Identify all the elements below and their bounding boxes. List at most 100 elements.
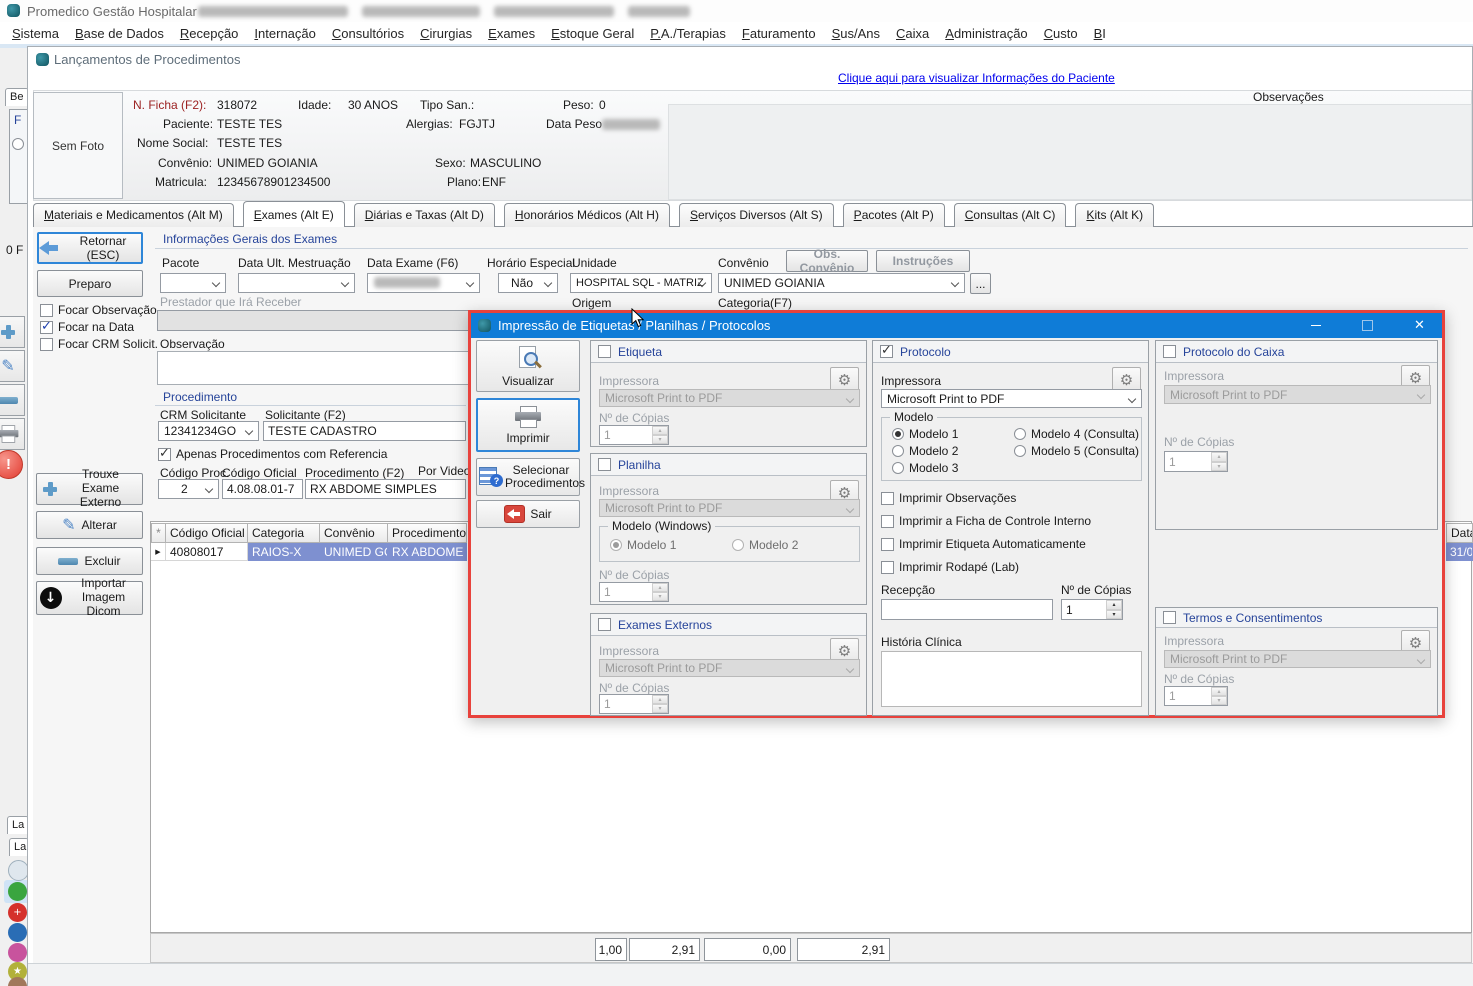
termos-copies-spinner[interactable]: 1 (1164, 686, 1228, 706)
protocolo-modelo1-radio[interactable]: Modelo 1 (892, 427, 958, 441)
spin-down-icon[interactable] (1211, 462, 1227, 472)
grid-cell-codigo[interactable]: 40808017 (166, 543, 248, 561)
menu-item-sus-ans[interactable]: Sus/Ans (824, 26, 888, 41)
grid-header-categoria[interactable]: Categoria (248, 523, 320, 543)
convenio-browse-button[interactable]: ... (970, 273, 991, 294)
protocolo-modelo3-radio[interactable]: Modelo 3 (892, 461, 958, 475)
selecionar-procedimentos-button[interactable]: Selecionar Procedimentos (476, 458, 580, 496)
crm-solicitante-combo[interactable]: 12341234GO (158, 421, 259, 441)
protocolo-printer-combo[interactable]: Microsoft Print to PDF (881, 389, 1142, 408)
grid-cell-convenio[interactable]: UNIMED GOI (320, 543, 388, 561)
recepcao-input[interactable] (881, 599, 1053, 620)
menu-item-recepcao[interactable]: Recepção (172, 26, 247, 41)
codigo-proc-combo[interactable]: 2 (158, 479, 219, 499)
grid-header-procedimento[interactable]: Procedimento (388, 523, 467, 543)
background-remove-button[interactable] (0, 384, 25, 416)
background-partial-tab[interactable]: Be (5, 88, 29, 106)
menu-item-cirurgias[interactable]: Cirurgias (412, 26, 480, 41)
spin-up-icon[interactable] (652, 426, 668, 435)
planilha-modelo2-radio[interactable]: Modelo 2 (732, 538, 798, 552)
menu-item-estoque-geral[interactable]: Estoque Geral (543, 26, 642, 41)
menu-item-consultorios[interactable]: Consultórios (324, 26, 412, 41)
instrucoes-button[interactable]: Instruções (876, 250, 970, 272)
grid-cell-procedimento[interactable]: RX ABDOME SIMP (388, 543, 467, 561)
imprimir-ficha-checkbox[interactable]: Imprimir a Ficha de Controle Interno (881, 514, 1091, 528)
background-partial-tab[interactable]: La (9, 838, 29, 856)
tab-diarias[interactable]: Diárias e Taxas (Alt D) (354, 203, 495, 227)
protocolo-checkbox[interactable] (880, 345, 893, 358)
protocolo-caixa-printer-combo[interactable]: Microsoft Print to PDF (1164, 385, 1431, 404)
exames-externos-copies-spinner[interactable]: 1 (599, 694, 669, 714)
alterar-button[interactable]: ✎ Alterar (36, 511, 143, 539)
protocolo-copies-spinner[interactable]: 1 (1061, 599, 1123, 620)
horario-especial-combo[interactable]: Não (498, 273, 558, 293)
termos-printer-combo[interactable]: Microsoft Print to PDF (1164, 650, 1431, 668)
spin-up-icon[interactable] (652, 695, 668, 704)
spin-down-icon[interactable] (1106, 610, 1122, 620)
planilha-copies-spinner[interactable]: 1 (599, 582, 669, 602)
close-button[interactable]: ✕ (1397, 313, 1442, 338)
focar-crm-checkbox[interactable]: Focar CRM Solicit. (40, 337, 158, 351)
minimize-button[interactable] (1293, 313, 1338, 338)
menu-item-bi[interactable]: BI (1086, 26, 1114, 41)
excluir-button[interactable]: Excluir (36, 547, 143, 575)
protocolo-caixa-copies-spinner[interactable]: 1 (1164, 451, 1228, 472)
procedimento-input[interactable]: RX ABDOME SIMPLES (305, 479, 466, 499)
tab-exames[interactable]: Exames (Alt E) (243, 201, 345, 227)
menu-item-internacao[interactable]: Internação (246, 26, 323, 41)
protocolo-caixa-checkbox[interactable] (1163, 345, 1176, 358)
unidade-combo[interactable]: HOSPITAL SQL - MATRIZ (570, 273, 712, 293)
imprimir-rodape-checkbox[interactable]: Imprimir Rodapé (Lab) (881, 560, 1019, 574)
exames-externos-checkbox[interactable] (598, 618, 611, 631)
background-partial-tab[interactable]: La (7, 816, 29, 834)
preparo-button[interactable]: Preparo (37, 270, 143, 297)
grid-header-codigo[interactable]: Código Oficial (166, 523, 248, 543)
tab-materiais[interactable]: Materiais e Medicamentos (Alt M) (33, 203, 234, 227)
tab-servicos[interactable]: Serviços Diversos (Alt S) (679, 203, 834, 227)
planilha-printer-combo[interactable]: Microsoft Print to PDF (599, 499, 860, 517)
apenas-referencia-checkbox[interactable]: Apenas Procedimentos com Referencia (158, 447, 387, 461)
menu-item-caixa[interactable]: Caixa (888, 26, 937, 41)
tab-consultas[interactable]: Consultas (Alt C) (954, 203, 1067, 227)
trouxe-exame-button[interactable]: Trouxe Exame Externo (36, 473, 143, 505)
menu-item-sistema[interactable]: Sistema (4, 26, 67, 41)
spin-up-icon[interactable] (652, 583, 668, 592)
planilha-checkbox[interactable] (598, 458, 611, 471)
menu-item-exames[interactable]: Exames (480, 26, 543, 41)
notes-icon[interactable] (8, 977, 27, 986)
focar-na-data-checkbox[interactable]: Focar na Data (40, 320, 134, 334)
sair-button[interactable]: Sair (476, 500, 580, 528)
dialog-titlebar[interactable]: Impressão de Etiquetas / Planilhas / Pro… (471, 313, 1442, 338)
data-ult-combo[interactable] (238, 273, 355, 293)
retornar-button[interactable]: Retornar (ESC) (37, 232, 143, 264)
lab-icon[interactable] (8, 943, 27, 962)
menu-item-administracao[interactable]: Administração (937, 26, 1035, 41)
spin-down-icon[interactable] (652, 592, 668, 601)
spin-up-icon[interactable] (1106, 600, 1122, 610)
focar-observacao-checkbox[interactable]: Focar Observação (40, 303, 157, 317)
menu-item-base-de-dados[interactable]: Base de Dados (67, 26, 172, 41)
grid-header-convenio[interactable]: Convênio (320, 523, 388, 543)
tab-honorarios[interactable]: Honorários Médicos (Alt H) (504, 203, 670, 227)
convenio-combo[interactable]: UNIMED GOIANIA (718, 273, 965, 293)
grid-cell-data[interactable]: 31/0 (1446, 543, 1473, 561)
background-print-button[interactable] (0, 418, 25, 450)
patient-info-link[interactable]: Clique aqui para visualizar Informações … (838, 71, 1115, 85)
spin-down-icon[interactable] (652, 435, 668, 444)
historia-clinica-textarea[interactable] (881, 651, 1142, 707)
spin-down-icon[interactable] (652, 704, 668, 713)
spin-down-icon[interactable] (1211, 696, 1227, 705)
background-add-button[interactable] (0, 316, 25, 348)
protocolo-modelo4-radio[interactable]: Modelo 4 (Consulta) (1014, 427, 1139, 441)
tab-pacotes[interactable]: Pacotes (Alt P) (843, 203, 945, 227)
background-edit-button[interactable]: ✎ (0, 350, 25, 382)
etiqueta-printer-combo[interactable]: Microsoft Print to PDF (599, 389, 860, 407)
termos-checkbox[interactable] (1163, 611, 1176, 624)
planilha-modelo1-radio[interactable]: Modelo 1 (610, 538, 676, 552)
exames-externos-printer-combo[interactable]: Microsoft Print to PDF (599, 659, 860, 677)
visualizar-button[interactable]: Visualizar (476, 340, 580, 392)
importar-dicom-button[interactable]: ↓ Importar Imagem Dicom (36, 581, 143, 615)
medical-cross-icon[interactable]: + (8, 903, 27, 922)
obs-convenio-button[interactable]: Obs. Convênio (786, 250, 868, 272)
observations-box[interactable] (668, 104, 1472, 200)
